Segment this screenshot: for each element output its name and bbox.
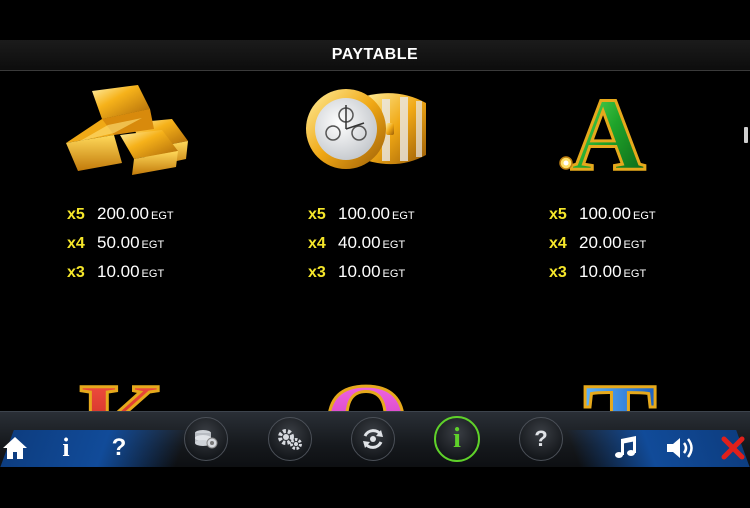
info-active-icon: i <box>453 423 461 454</box>
currency: EGT <box>141 239 165 251</box>
home-button[interactable] <box>0 434 30 462</box>
top-bar <box>0 0 750 40</box>
gold-bars-icon <box>62 83 192 183</box>
page-title: PAYTABLE <box>331 46 419 63</box>
letter-q-icon: Q <box>318 359 418 412</box>
letter-k-icon: K <box>78 359 178 412</box>
pay-row: x4 50.00 EGT <box>67 233 174 262</box>
letter-a-icon: A <box>552 76 664 194</box>
scrollbar-thumb[interactable] <box>744 127 748 143</box>
gears-icon <box>278 429 302 450</box>
bottom-toolbar: i ? i ? <box>0 411 750 468</box>
letter-t-glyph: T <box>583 361 656 411</box>
letter-q-glyph: Q <box>323 361 409 411</box>
pay-amount: 10.00 <box>97 262 140 281</box>
sound-button[interactable] <box>664 434 696 462</box>
close-button[interactable] <box>718 434 748 462</box>
pay-row: x3 10.00 EGT <box>549 262 656 291</box>
help-button[interactable]: ? <box>106 434 132 462</box>
letter-a-glyph: A <box>570 81 645 177</box>
multiplier: x5 <box>67 206 85 223</box>
paytable-values-gold-bars: x5 200.00 EGT x4 50.00 EGT x3 10.00 EGT <box>67 204 174 291</box>
pay-amount: 10.00 <box>579 262 622 281</box>
multiplier: x3 <box>549 264 567 281</box>
currency: EGT <box>382 268 406 280</box>
pay-row: x3 10.00 EGT <box>67 262 174 291</box>
pay-amount: 10.00 <box>338 262 381 281</box>
multiplier: x3 <box>308 264 326 281</box>
pay-amount: 100.00 <box>338 204 390 223</box>
rules-help-button[interactable]: ? <box>519 417 563 461</box>
currency: EGT <box>623 268 647 280</box>
multiplier: x4 <box>549 235 567 252</box>
pay-amount: 200.00 <box>97 204 149 223</box>
gold-watch-icon <box>302 83 432 180</box>
home-icon <box>3 437 27 459</box>
speaker-icon <box>667 438 693 458</box>
pay-amount: 100.00 <box>579 204 631 223</box>
currency: EGT <box>623 239 647 251</box>
bottom-strip <box>0 467 750 508</box>
pay-amount: 40.00 <box>338 233 381 252</box>
currency: EGT <box>382 239 406 251</box>
multiplier: x4 <box>67 235 85 252</box>
paytable-values-letter-a: x5 100.00 EGT x4 20.00 EGT x3 10.00 EGT <box>549 204 656 291</box>
pay-row: x4 40.00 EGT <box>308 233 415 262</box>
paytable-header: PAYTABLE <box>0 40 750 71</box>
question-circle-icon: ? <box>534 426 548 451</box>
coins-icon <box>195 430 218 449</box>
pay-amount: 50.00 <box>97 233 140 252</box>
pay-amount: 20.00 <box>579 233 622 252</box>
letter-t-icon: T <box>576 359 676 412</box>
info-icon: i <box>62 433 70 462</box>
multiplier: x4 <box>308 235 326 252</box>
letter-k-glyph: K <box>79 361 165 411</box>
settings-button[interactable] <box>268 417 312 461</box>
question-icon: ? <box>111 434 127 461</box>
info-button[interactable]: i <box>54 433 78 462</box>
currency: EGT <box>151 210 174 222</box>
pay-row: x5 100.00 EGT <box>549 204 656 233</box>
bet-coins-button[interactable] <box>184 417 228 461</box>
close-icon <box>721 436 745 460</box>
music-button[interactable] <box>612 434 640 462</box>
pay-row: x3 10.00 EGT <box>308 262 415 291</box>
currency: EGT <box>141 268 165 280</box>
paytable-info-button[interactable]: i <box>434 416 480 462</box>
pay-row: x4 20.00 EGT <box>549 233 656 262</box>
music-note-icon <box>615 436 636 458</box>
currency: EGT <box>392 210 415 222</box>
multiplier: x5 <box>549 206 567 223</box>
multiplier: x5 <box>308 206 326 223</box>
autoplay-button[interactable] <box>351 417 395 461</box>
pay-row: x5 100.00 EGT <box>308 204 415 233</box>
paytable-values-gold-watch: x5 100.00 EGT x4 40.00 EGT x3 10.00 EGT <box>308 204 415 291</box>
multiplier: x3 <box>67 264 85 281</box>
refresh-icon <box>363 429 383 449</box>
paytable-content[interactable]: A x5 200.00 EGT x4 50.00 EGT x3 10.00 EG… <box>0 71 750 411</box>
currency: EGT <box>633 210 656 222</box>
pay-row: x5 200.00 EGT <box>67 204 174 233</box>
